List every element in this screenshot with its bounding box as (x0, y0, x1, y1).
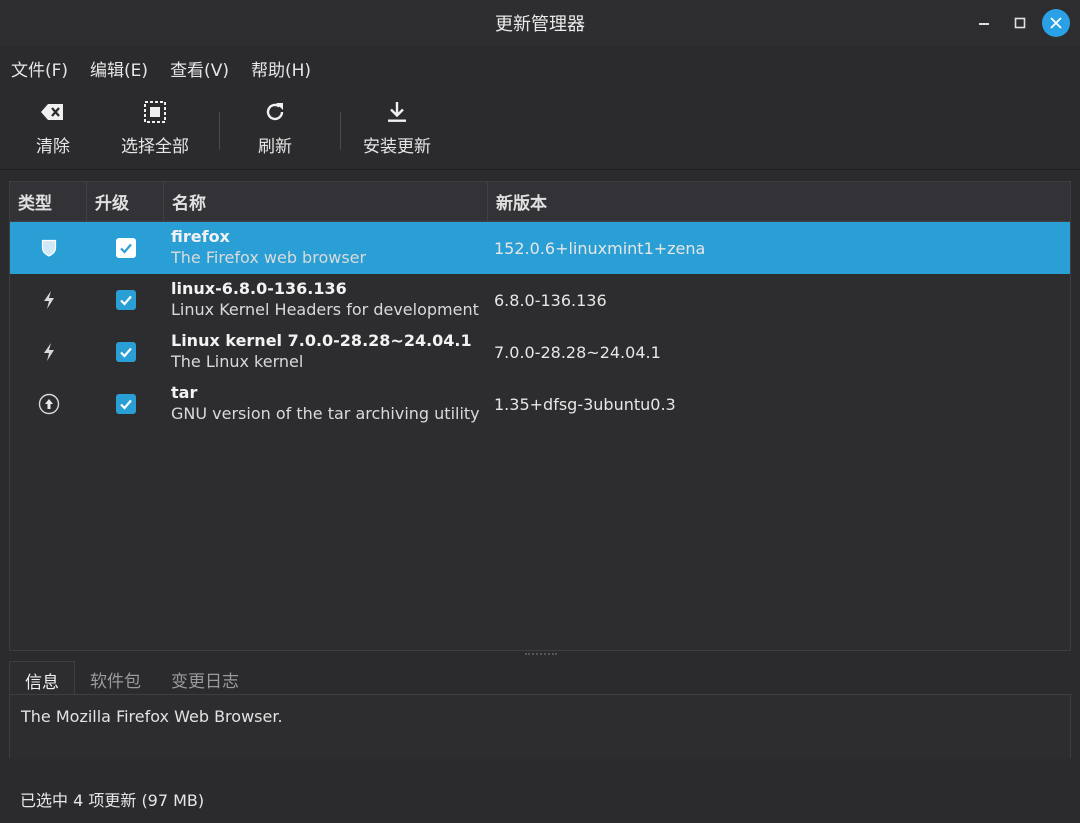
version-cell: 152.0.6+linuxmint1+zena (494, 238, 706, 258)
column-header-new-version[interactable]: 新版本 (488, 182, 1070, 221)
status-text: 已选中 4 项更新 (97 MB) (20, 791, 205, 810)
upgrade-checkbox[interactable] (115, 290, 136, 310)
tab-packages[interactable]: 软件包 (75, 661, 156, 695)
menu-view[interactable]: 查看(V) (170, 56, 229, 81)
select-all-button[interactable]: 选择全部 (119, 92, 191, 162)
backspace-icon (40, 98, 66, 126)
status-bar: 已选中 4 项更新 (97 MB) (20, 787, 204, 811)
menu-edit[interactable]: 编辑(E) (90, 56, 148, 81)
toolbar-separator (219, 112, 220, 150)
toolbar: 清除 选择全部 刷新 安装更新 (0, 92, 1080, 170)
type-cell (10, 378, 87, 430)
name-cell: tar GNU version of the tar archiving uti… (164, 378, 488, 430)
menu-bar: 文件(F) 编辑(E) 查看(V) 帮助(H) (0, 50, 1080, 86)
refresh-button[interactable]: 刷新 (257, 92, 293, 162)
column-header-name[interactable]: 名称 (164, 182, 488, 221)
package-name: Linux kernel 7.0.0-28.28~24.04.1 (171, 331, 472, 350)
upgrade-cell (87, 222, 164, 274)
info-description: The Mozilla Firefox Web Browser. (21, 707, 283, 726)
arrow-up-circle-icon (38, 393, 59, 415)
title-bar: 更新管理器 (0, 0, 1080, 46)
lightning-icon (43, 343, 54, 361)
download-icon (385, 98, 409, 126)
close-icon (1050, 17, 1062, 29)
table-row[interactable]: tar GNU version of the tar archiving uti… (10, 378, 1070, 430)
name-cell: firefox The Firefox web browser (164, 222, 488, 274)
version-cell: 1.35+dfsg-3ubuntu0.3 (494, 394, 676, 414)
shield-icon (41, 239, 56, 257)
refresh-icon (263, 98, 287, 126)
upgrade-cell (87, 274, 164, 326)
table-row[interactable]: Linux kernel 7.0.0-28.28~24.04.1 The Lin… (10, 326, 1070, 378)
type-cell (10, 222, 87, 274)
pane-splitter-handle[interactable] (525, 653, 557, 656)
package-description: Linux Kernel Headers for development (171, 300, 479, 319)
tab-changelog[interactable]: 变更日志 (156, 661, 254, 695)
lightning-icon (43, 291, 54, 309)
checkmark-icon (119, 399, 132, 410)
package-name: tar (171, 383, 198, 402)
checkmark-icon (119, 295, 132, 306)
table-row[interactable]: linux-6.8.0-136.136 Linux Kernel Headers… (10, 274, 1070, 326)
maximize-button[interactable] (1006, 9, 1034, 37)
upgrade-checkbox[interactable] (115, 394, 136, 414)
minimize-icon (979, 23, 989, 25)
clear-button[interactable]: 清除 (33, 92, 73, 162)
tab-info[interactable]: 信息 (9, 661, 75, 695)
checkmark-icon (119, 347, 132, 358)
menu-file[interactable]: 文件(F) (11, 56, 68, 81)
package-name: linux-6.8.0-136.136 (171, 279, 347, 298)
install-updates-label: 安装更新 (363, 137, 431, 157)
upgrade-checkbox[interactable] (115, 238, 136, 258)
column-header-type[interactable]: 类型 (10, 182, 87, 221)
name-cell: linux-6.8.0-136.136 Linux Kernel Headers… (164, 274, 488, 326)
package-description: The Firefox web browser (171, 248, 367, 267)
package-name: firefox (171, 227, 230, 246)
info-panel: The Mozilla Firefox Web Browser. (9, 694, 1071, 758)
install-updates-button[interactable]: 安装更新 (361, 92, 433, 162)
version-cell: 7.0.0-28.28~24.04.1 (494, 342, 661, 362)
toolbar-separator (340, 112, 341, 150)
clear-label: 清除 (36, 137, 70, 157)
menu-help[interactable]: 帮助(H) (251, 56, 311, 81)
close-button[interactable] (1042, 9, 1070, 37)
updates-list: 类型 升级 名称 新版本 firefox The Firefox web bro… (9, 181, 1071, 651)
table-row[interactable]: firefox The Firefox web browser 152.0.6+… (10, 222, 1070, 274)
select-all-label: 选择全部 (121, 137, 189, 157)
type-cell (10, 274, 87, 326)
type-cell (10, 326, 87, 378)
list-header: 类型 升级 名称 新版本 (10, 182, 1070, 222)
select-all-icon (143, 98, 167, 126)
window-controls (970, 9, 1070, 37)
minimize-button[interactable] (970, 9, 998, 37)
name-cell: Linux kernel 7.0.0-28.28~24.04.1 The Lin… (164, 326, 488, 378)
checkmark-icon (119, 243, 132, 254)
upgrade-checkbox[interactable] (115, 342, 136, 362)
maximize-icon (1014, 17, 1026, 29)
refresh-label: 刷新 (258, 137, 292, 157)
package-description: The Linux kernel (171, 352, 304, 371)
upgrade-cell (87, 326, 164, 378)
package-description: GNU version of the tar archiving utility (171, 404, 480, 423)
version-cell: 6.8.0-136.136 (494, 290, 607, 310)
column-header-upgrade[interactable]: 升级 (87, 182, 164, 221)
details-tabs: 信息 软件包 变更日志 (9, 661, 254, 695)
window-title: 更新管理器 (495, 14, 585, 35)
upgrade-cell (87, 378, 164, 430)
